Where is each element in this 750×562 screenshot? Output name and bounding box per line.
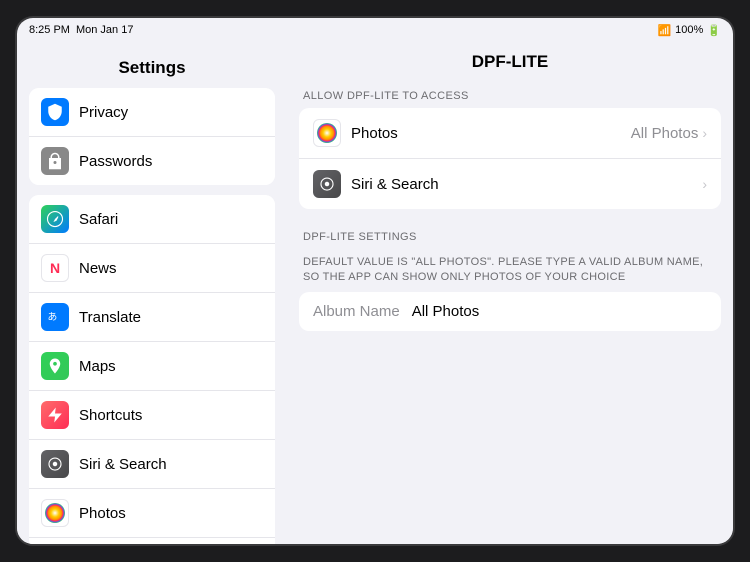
maps-icon — [41, 352, 69, 380]
wifi-icon: 📶 — [657, 24, 671, 37]
photos-label: Photos — [79, 505, 126, 522]
privacy-icon — [41, 98, 69, 126]
sidebar-group-2: Safari N News あ Translate — [29, 195, 275, 546]
maps-label: Maps — [79, 358, 116, 375]
siri-chevron-icon: › — [702, 176, 707, 192]
album-value: All Photos — [412, 303, 480, 320]
photos-row-value: All Photos — [631, 125, 699, 142]
settings-row-siri[interactable]: Siri & Search › — [299, 159, 721, 209]
settings-note: DEFAULT VALUE IS "ALL PHOTOS". PLEASE TY… — [287, 249, 733, 292]
shortcuts-label: Shortcuts — [79, 407, 142, 424]
svg-text:あ: あ — [48, 311, 58, 323]
photos-icon — [41, 499, 69, 527]
album-name-row: Album Name All Photos — [299, 292, 721, 331]
siri-label: Siri & Search — [79, 456, 167, 473]
photos-row-icon — [313, 119, 341, 147]
siri-icon — [41, 450, 69, 478]
ipad-frame: 8:25 PM Mon Jan 17 📶 100% 🔋 Settings Pri… — [15, 16, 735, 546]
sidebar-item-safari[interactable]: Safari — [29, 195, 275, 244]
sidebar-item-news[interactable]: N News — [29, 244, 275, 293]
sidebar-item-privacy[interactable]: Privacy — [29, 88, 275, 137]
time: 8:25 PM — [29, 24, 70, 36]
battery-icon: 🔋 — [707, 24, 721, 37]
translate-label: Translate — [79, 309, 141, 326]
album-label: Album Name — [313, 303, 400, 320]
safari-icon — [41, 205, 69, 233]
photos-chevron-icon: › — [702, 125, 707, 141]
sidebar-item-translate[interactable]: あ Translate — [29, 293, 275, 342]
section-label-settings: DPF-LITE SETTINGS — [287, 221, 733, 249]
translate-icon: あ — [41, 303, 69, 331]
siri-row-label: Siri & Search — [351, 176, 702, 193]
main-title: DPF-LITE — [287, 42, 733, 80]
sidebar-item-passwords[interactable]: Passwords — [29, 137, 275, 185]
access-group: Photos All Photos › Siri & Search › — [299, 108, 721, 209]
sidebar: Settings Privacy Passwords — [17, 42, 287, 546]
sidebar-title: Settings — [17, 52, 287, 88]
album-group: Album Name All Photos — [299, 292, 721, 331]
passwords-icon — [41, 147, 69, 175]
status-bar: 8:25 PM Mon Jan 17 📶 100% 🔋 — [17, 18, 733, 42]
sidebar-item-maps[interactable]: Maps — [29, 342, 275, 391]
date: Mon Jan 17 — [76, 24, 133, 36]
sidebar-item-gamecenter[interactable]: Game Center — [29, 538, 275, 546]
photos-row-label: Photos — [351, 125, 631, 142]
status-left: 8:25 PM Mon Jan 17 — [29, 24, 133, 36]
news-icon: N — [41, 254, 69, 282]
settings-row-photos[interactable]: Photos All Photos › — [299, 108, 721, 159]
battery-percent: 100% — [675, 24, 703, 36]
siri-row-icon — [313, 170, 341, 198]
content-area: Settings Privacy Passwords — [17, 42, 733, 546]
sidebar-item-siri[interactable]: Siri & Search — [29, 440, 275, 489]
section-label-access: ALLOW DPF-LITE TO ACCESS — [287, 80, 733, 108]
main-panel: DPF-LITE ALLOW DPF-LITE TO ACCESS Photos… — [287, 42, 733, 546]
sidebar-item-photos[interactable]: Photos — [29, 489, 275, 538]
sidebar-group-1: Privacy Passwords — [29, 88, 275, 185]
status-right: 📶 100% 🔋 — [657, 24, 721, 37]
privacy-label: Privacy — [79, 104, 128, 121]
passwords-label: Passwords — [79, 153, 152, 170]
shortcuts-icon — [41, 401, 69, 429]
safari-label: Safari — [79, 211, 118, 228]
news-label: News — [79, 260, 117, 277]
sidebar-item-shortcuts[interactable]: Shortcuts — [29, 391, 275, 440]
